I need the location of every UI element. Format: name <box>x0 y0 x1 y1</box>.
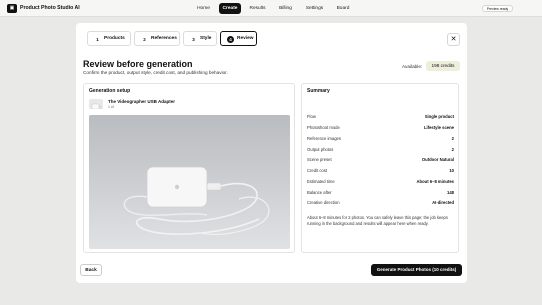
summary-value: Outdoor Natural <box>421 157 454 162</box>
nav-results[interactable]: Results <box>246 3 269 14</box>
step-review[interactable]: 4 Review <box>220 31 257 46</box>
app-logo-icon: ▣ <box>7 4 17 13</box>
summary-key: Photoshoot mode <box>307 125 340 130</box>
summary-row: Output photos 2 <box>307 147 454 155</box>
product-name: The Videographer USB Adapter <box>108 99 176 104</box>
summary-key: Reference images <box>307 136 341 141</box>
step-number: 2 <box>143 37 146 42</box>
summary-card: Summary Flow Single product Photoshoot m… <box>301 83 459 253</box>
summary-value: Single product <box>424 114 454 119</box>
product-thumbnail <box>89 99 103 109</box>
generation-setup-title: Generation setup <box>89 88 131 94</box>
summary-value: AI-directed <box>432 200 454 205</box>
product-count: 1 of <box>108 105 114 109</box>
preview-ready-badge[interactable]: Preview ready <box>482 5 513 12</box>
summary-value: About 6–8 minutes <box>416 179 454 184</box>
summary-row: Creative direction AI-directed <box>307 200 454 208</box>
summary-row: Balance after 148 <box>307 190 454 198</box>
credits-badge: 198 credits <box>426 61 460 71</box>
page-subtitle: Confirm the product, output style, credi… <box>83 70 228 75</box>
step-products[interactable]: 1 Products <box>87 31 131 46</box>
summary-value: 148 <box>447 190 454 195</box>
nav-home[interactable]: Home <box>193 3 214 14</box>
summary-row: Photoshoot mode Lifestyle scene <box>307 125 454 133</box>
summary-key: Creative direction <box>307 200 340 205</box>
step-label: References <box>151 36 177 41</box>
available-label: Available: <box>402 64 423 69</box>
close-button[interactable]: ✕ <box>447 33 460 46</box>
summary-value: 10 <box>449 168 454 173</box>
summary-key: Flow <box>307 114 316 119</box>
summary-key: Balance after <box>307 190 332 195</box>
summary-key: Credit cost <box>307 168 328 173</box>
summary-note: About 6–8 minutes for 2 photos. You can … <box>307 215 448 226</box>
summary-value: 2 <box>451 147 454 152</box>
step-references[interactable]: 2 References <box>134 31 180 46</box>
summary-row: Reference images 2 <box>307 136 454 144</box>
product-preview-image <box>89 115 290 249</box>
app-name: Product Photo Studio AI <box>20 5 80 11</box>
step-number: 4 <box>227 36 234 43</box>
back-button[interactable]: Back <box>80 264 102 276</box>
summary-value: 2 <box>451 136 454 141</box>
step-label: Products <box>104 36 125 41</box>
nav-board[interactable]: Board <box>333 3 353 14</box>
review-panel: 1 Products 2 References 3 Style 4 Review… <box>76 23 467 283</box>
nav-create[interactable]: Create <box>219 3 241 14</box>
step-style[interactable]: 3 Style <box>183 31 217 46</box>
summary-row: Scene preset Outdoor Natural <box>307 157 454 165</box>
step-label: Style <box>200 36 212 41</box>
generation-setup-card: Generation setup The Videographer USB Ad… <box>83 83 295 253</box>
summary-key: Estimated time <box>307 179 335 184</box>
summary-value: Lifestyle scene <box>423 125 454 130</box>
summary-row: Estimated time About 6–8 minutes <box>307 179 454 187</box>
step-label: Review <box>237 36 254 41</box>
nav-billing[interactable]: Billing <box>275 3 296 14</box>
summary-title: Summary <box>307 88 330 94</box>
step-number: 1 <box>96 37 99 42</box>
summary-key: Output photos <box>307 147 334 152</box>
top-bar: ▣ Product Photo Studio AI Home Create Re… <box>0 0 542 17</box>
summary-row: Flow Single product <box>307 114 454 122</box>
generate-button[interactable]: Generate Product Photos (10 credits) <box>371 264 462 276</box>
nav-settings[interactable]: Settings <box>302 3 327 14</box>
step-number: 3 <box>192 37 195 42</box>
summary-key: Scene preset <box>307 157 332 162</box>
page-title: Review before generation <box>83 59 193 69</box>
summary-row: Credit cost 10 <box>307 168 454 176</box>
